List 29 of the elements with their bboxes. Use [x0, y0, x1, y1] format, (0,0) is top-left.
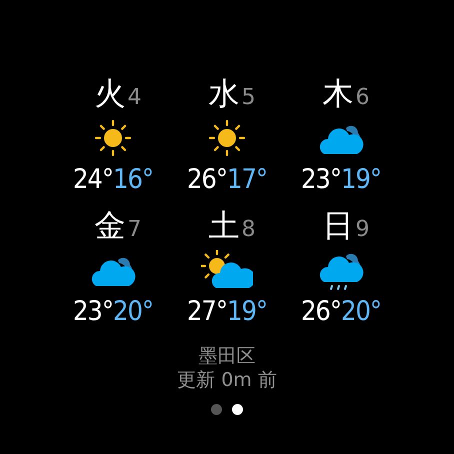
low-temperature: 17° — [227, 163, 268, 197]
high-temperature: 26° — [186, 163, 227, 197]
low-temperature: 19° — [341, 163, 382, 197]
date-number: 7 — [128, 217, 142, 242]
page-dot[interactable] — [232, 404, 243, 415]
weekday: 火 — [94, 75, 126, 114]
low-temperature: 20° — [113, 295, 154, 329]
weekday: 木 — [322, 75, 354, 114]
weekday: 水 — [208, 75, 240, 114]
date-number: 4 — [128, 85, 142, 110]
low-temperature: 16° — [113, 163, 154, 197]
date-number: 5 — [242, 85, 256, 110]
date-number: 8 — [242, 217, 256, 242]
weekday: 金 — [94, 207, 126, 246]
high-temperature: 26° — [300, 295, 341, 329]
sun-cloud-icon — [201, 250, 253, 290]
update-time: 更新 0m 前 — [177, 368, 277, 392]
low-temperature: 19° — [227, 295, 268, 329]
weekday: 土 — [208, 207, 240, 246]
location-name: 墨田区 — [198, 344, 256, 368]
high-temperature: 23° — [72, 295, 113, 329]
date-number: 9 — [356, 217, 370, 242]
low-temperature: 20° — [341, 295, 382, 329]
weekday: 日 — [322, 207, 354, 246]
page-dot[interactable] — [211, 404, 222, 415]
high-temperature: 23° — [300, 163, 341, 197]
date-number: 6 — [356, 85, 370, 110]
high-temperature: 27° — [186, 295, 227, 329]
high-temperature: 24° — [72, 163, 113, 197]
